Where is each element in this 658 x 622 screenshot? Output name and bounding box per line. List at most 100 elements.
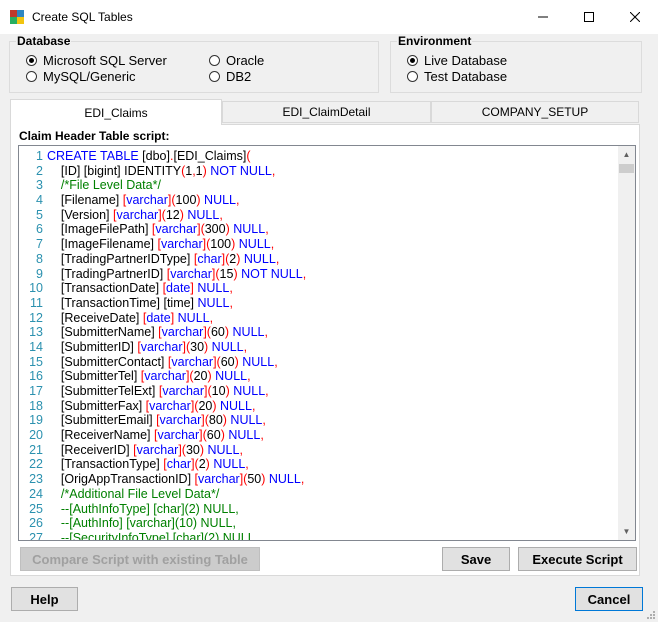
code-token: , [265, 222, 269, 237]
code-token: NULL [238, 237, 271, 252]
radio-mssql-label: Microsoft SQL Server [43, 53, 167, 68]
code-line: 12 [ReceiveDate] [date] NULL, [19, 311, 306, 326]
minimize-button[interactable] [520, 0, 566, 34]
code-token: ) [231, 237, 239, 252]
scroll-up-arrow-icon[interactable]: ▲ [618, 146, 635, 163]
code-token: NULL [242, 354, 275, 369]
execute-script-button[interactable]: Execute Script [518, 547, 637, 571]
code-token: NOT NULL [241, 266, 303, 281]
radio-button[interactable] [209, 55, 220, 66]
code-token: ]( [185, 369, 194, 384]
save-button[interactable]: Save [442, 547, 510, 571]
code-token: [ImageFilePath] [47, 222, 152, 237]
scroll-thumb[interactable] [619, 164, 634, 173]
compare-script-button[interactable]: Compare Script with existing Table [20, 547, 260, 571]
radio-button-checked[interactable] [407, 55, 418, 66]
code-token: , [300, 472, 305, 487]
vertical-scrollbar[interactable]: ▲ ▼ [618, 146, 635, 540]
code-token: ]( [197, 222, 205, 237]
maximize-button[interactable] [566, 0, 612, 34]
title-bar: Create SQL Tables [0, 0, 658, 34]
code-token: [ReceiverID] [47, 442, 134, 457]
line-number: 3 [36, 178, 43, 193]
line-number: 27 [29, 530, 43, 541]
radio-button-checked[interactable] [26, 55, 37, 66]
code-line: 26 --[AuthInfo] [varchar](10) NULL, [19, 516, 306, 531]
code-line: 16 [SubmitterTel] [varchar](20) NULL, [19, 369, 306, 384]
code-token: [ReceiveDate] [47, 310, 143, 325]
code-token: [SubmitterContact] [47, 354, 168, 369]
execute-script-label: Execute Script [532, 551, 623, 567]
radio-button[interactable] [209, 71, 220, 82]
code-token: ]( [199, 428, 207, 443]
line-number: 23 [29, 472, 43, 487]
help-button[interactable]: Help [11, 587, 78, 611]
code-token: NULL [243, 251, 276, 266]
code-token: ]( [211, 266, 220, 281]
scroll-down-arrow-icon[interactable]: ▼ [618, 523, 635, 540]
code-token: 100 [210, 237, 232, 252]
code-token: [Filename] [47, 193, 123, 208]
compare-script-label: Compare Script with existing Table [32, 551, 248, 567]
code-token: 50 [247, 472, 262, 487]
radio-live-database[interactable]: Live Database [407, 53, 507, 68]
code-token: [OrigAppTransactionID] [47, 472, 195, 487]
code-token: 10 [211, 384, 226, 398]
code-token: ) [224, 325, 233, 340]
code-line: 3 /*File Level Data*/ [19, 178, 306, 193]
code-line: 8 [TradingPartnerIDType] [char](2) NULL, [19, 252, 306, 267]
close-icon [630, 12, 640, 22]
code-token: [SubmitterID] [47, 339, 138, 354]
radio-oracle[interactable]: Oracle [209, 53, 264, 68]
code-token: NULL [268, 472, 301, 487]
code-token: ) [207, 369, 216, 384]
code-token: ) [199, 442, 208, 457]
save-label: Save [460, 551, 492, 567]
cancel-button[interactable]: Cancel [575, 587, 643, 611]
code-token: , [209, 310, 214, 325]
code-line: 1 CREATE TABLE [dbo].[EDI_Claims]( [19, 149, 306, 164]
tab-edi-claimdetail[interactable]: EDI_ClaimDetail [222, 101, 431, 123]
code-token: varchar [170, 266, 212, 281]
radio-mysql[interactable]: MySQL/Generic [26, 69, 135, 84]
radio-db2[interactable]: DB2 [209, 69, 251, 84]
line-number: 17 [29, 384, 43, 398]
tab-edi-claims[interactable]: EDI_Claims [10, 99, 222, 125]
code-line: 6 [ImageFilePath] [varchar](300) NULL, [19, 222, 306, 237]
code-token: NOT NULL [210, 163, 272, 178]
radio-button[interactable] [407, 71, 418, 82]
radio-button[interactable] [26, 71, 37, 82]
code-token: 300 [204, 222, 226, 237]
code-line: 27 --[SecurityInfoType] [char](2) NULL, [19, 530, 306, 541]
close-button[interactable] [612, 0, 658, 34]
sql-script-editor[interactable]: 1 CREATE TABLE [dbo].[EDI_Claims](2 [ID] … [18, 145, 636, 541]
line-number: 18 [29, 398, 43, 413]
code-token: , [219, 207, 223, 222]
code-token: [ReceiverName] [47, 428, 154, 443]
radio-mssql[interactable]: Microsoft SQL Server [26, 53, 167, 68]
code-line: 9 [TradingPartnerID] [varchar](15) NOT N… [19, 267, 306, 282]
code-token: , [265, 384, 269, 398]
code-token: , [262, 413, 266, 428]
code-token: , [264, 325, 268, 340]
code-token: date [146, 310, 171, 325]
line-number: 4 [36, 193, 43, 208]
radio-oracle-label: Oracle [226, 53, 265, 68]
code-token: NULL [207, 442, 240, 457]
line-number: 19 [29, 413, 43, 428]
code-token: varchar [159, 413, 202, 428]
resize-grip-icon[interactable] [646, 610, 656, 620]
code-token: [TransactionTime] [time] [47, 295, 198, 310]
radio-test-database[interactable]: Test Database [407, 69, 507, 84]
code-token: , [271, 163, 276, 178]
code-token: NULL [233, 384, 266, 398]
code-token: ]( [213, 354, 221, 369]
code-token: , [302, 266, 307, 281]
code-token: , [275, 251, 280, 266]
code-token: varchar [157, 428, 200, 443]
code-token: NULL [215, 369, 248, 384]
tab-company-setup[interactable]: COMPANY_SETUP [431, 101, 639, 123]
code-token: 30 [185, 442, 200, 457]
code-token: [dbo] [142, 149, 170, 163]
code-token: NULL [228, 428, 261, 443]
